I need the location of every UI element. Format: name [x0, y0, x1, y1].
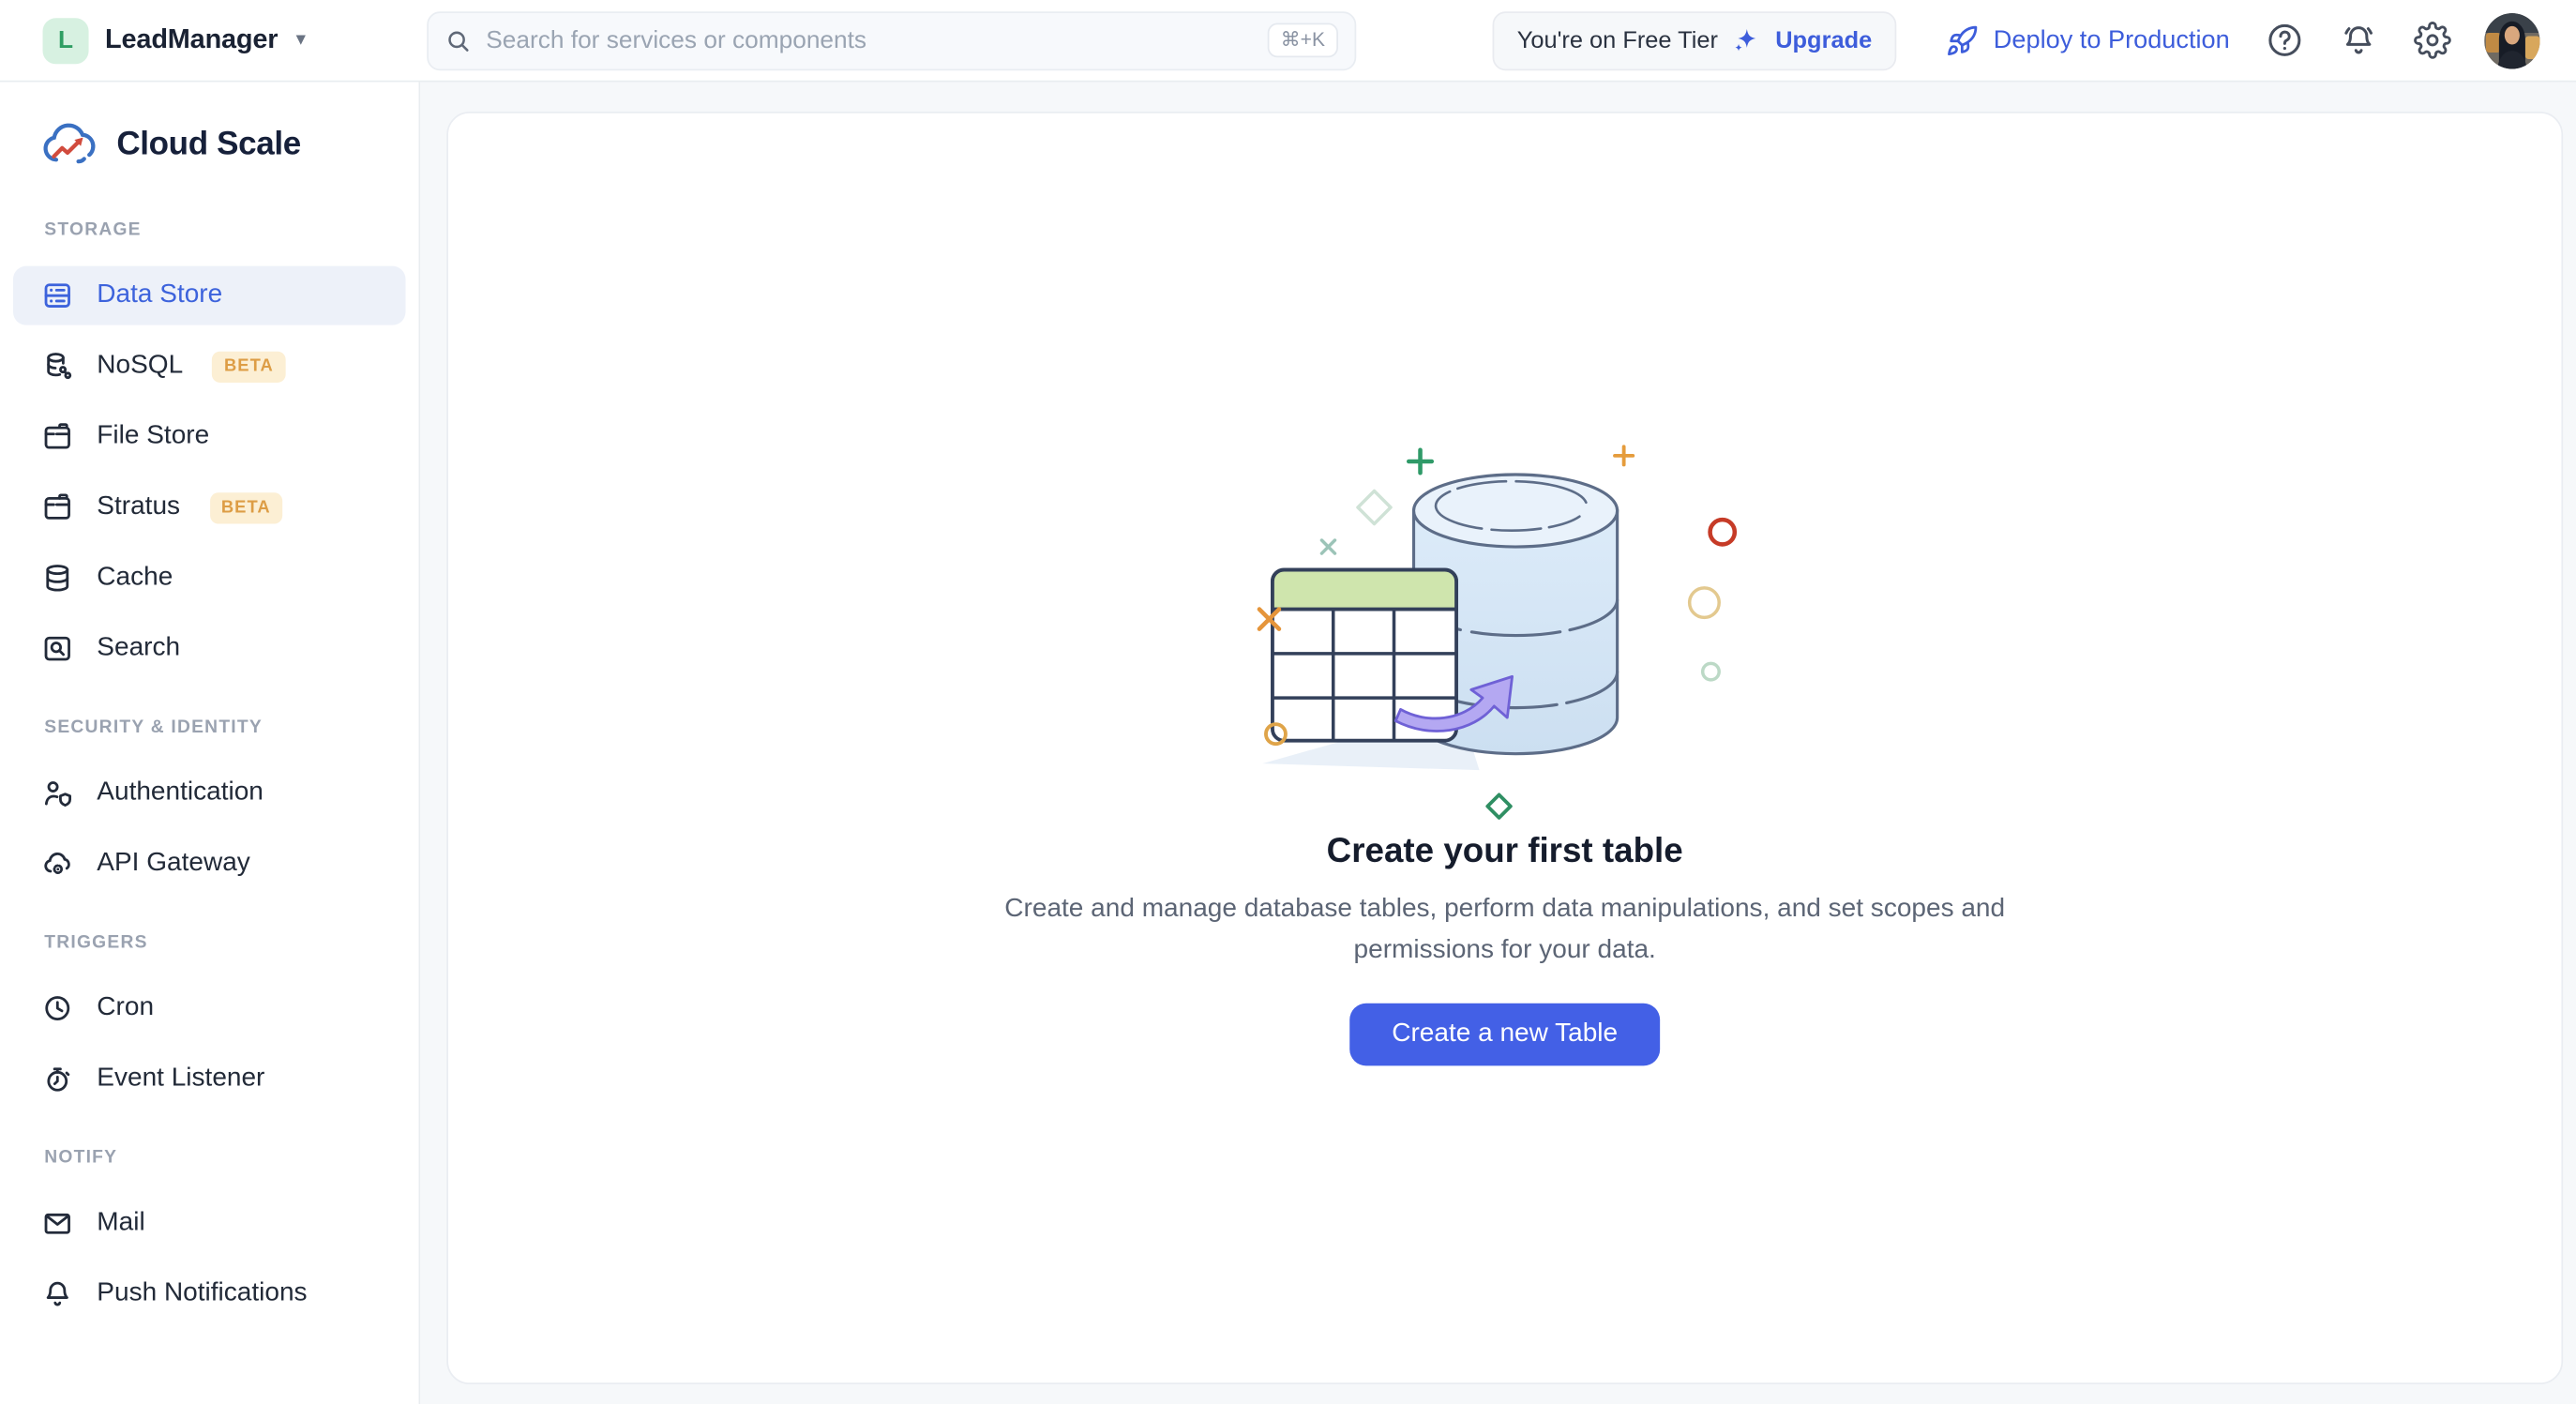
sidebar-item-label: Cron	[97, 993, 155, 1022]
global-search[interactable]: ⌘+K	[427, 10, 1357, 70]
settings-button[interactable]	[2412, 21, 2451, 60]
push-notifications-icon	[46, 1281, 68, 1306]
sidebar-item-label: Event Listener	[97, 1064, 265, 1093]
free-tier-pill[interactable]: You're on Free Tier Upgrade	[1492, 10, 1897, 70]
search-input[interactable]	[486, 26, 1268, 54]
sidebar-item-label: Authentication	[97, 777, 264, 807]
file-store-icon	[44, 423, 70, 449]
search-shortcut-badge: ⌘+K	[1267, 23, 1338, 58]
notifications-button[interactable]	[2338, 21, 2377, 60]
sidebar-item-label: Stratus	[97, 492, 181, 521]
beta-badge: BETA	[209, 491, 282, 523]
sidebar-item-label: Mail	[97, 1208, 145, 1237]
sidebar-item-stratus[interactable]: Stratus BETA	[13, 478, 405, 537]
notifications-bell-icon	[2343, 26, 2373, 54]
deploy-label: Deploy to Production	[1993, 25, 2230, 53]
sidebar-item-label: Cache	[97, 563, 173, 592]
sidebar-item-nosql[interactable]: NoSQL BETA	[13, 337, 405, 396]
section-label-triggers: TRIGGERS	[44, 932, 148, 953]
project-name: LeadManager	[105, 24, 279, 54]
sparkle-icon	[1735, 28, 1756, 52]
mail-icon	[44, 1213, 70, 1234]
sidebar-item-file-store[interactable]: File Store	[13, 407, 405, 466]
main-content: Create your first table Create and manag…	[420, 82, 2576, 1404]
settings-gear-icon	[2413, 22, 2450, 59]
sidebar-item-label: API Gateway	[97, 849, 250, 877]
upgrade-button[interactable]: Upgrade	[1775, 27, 1872, 53]
rocket-icon	[1948, 24, 1978, 55]
section-label-notify: NOTIFY	[44, 1147, 118, 1168]
sidebar-item-data-store[interactable]: Data Store	[13, 265, 406, 325]
cloud-growth-logo	[43, 123, 96, 164]
event-listener-icon	[47, 1067, 70, 1092]
project-initial-badge: L	[42, 17, 89, 64]
cache-icon	[46, 565, 69, 592]
api-gateway-icon	[44, 853, 70, 875]
app-window: L LeadManager ▼ ⌘+K You're on Free Tier …	[0, 0, 2576, 1404]
section-label-storage: STORAGE	[44, 219, 142, 240]
help-button[interactable]	[2264, 21, 2303, 60]
empty-state-card: Create your first table Create and manag…	[446, 112, 2564, 1385]
data-store-icon	[44, 283, 70, 308]
nosql-icon	[47, 353, 72, 380]
sidebar-item-label: File Store	[97, 421, 210, 450]
avatar-image	[2484, 12, 2540, 68]
project-selector[interactable]: L LeadManager ▼	[0, 17, 420, 64]
chevron-down-icon: ▼	[293, 31, 309, 50]
brand-name: Cloud Scale	[116, 125, 301, 162]
sidebar-item-cron[interactable]: Cron	[13, 979, 405, 1038]
database-table-illustration	[1256, 445, 1737, 820]
sidebar-item-cache[interactable]: Cache	[13, 549, 405, 608]
beta-badge: BETA	[212, 350, 286, 383]
authentication-icon	[44, 781, 71, 808]
user-avatar[interactable]	[2484, 12, 2540, 68]
cron-clock-icon	[45, 996, 70, 1021]
sidebar-item-label: NoSQL	[97, 351, 184, 380]
sidebar-item-push-notifications[interactable]: Push Notifications	[13, 1264, 405, 1323]
empty-state-title: Create your first table	[1326, 832, 1683, 870]
section-label-security: SECURITY & IDENTITY	[44, 717, 263, 738]
sidebar-item-mail[interactable]: Mail	[13, 1194, 405, 1253]
empty-state-description: Create and manage database tables, perfo…	[1004, 895, 2006, 964]
sidebar-item-label: Push Notifications	[97, 1278, 308, 1307]
sidebar: Cloud Scale STORAGE Data Store NoSQL BET…	[0, 82, 421, 1404]
deploy-to-production-button[interactable]: Deploy to Production	[1946, 23, 2230, 56]
brand: Cloud Scale	[41, 120, 419, 170]
create-table-button[interactable]: Create a new Table	[1348, 1003, 1661, 1066]
sidebar-item-authentication[interactable]: Authentication	[13, 763, 405, 823]
tier-text: You're on Free Tier	[1516, 26, 1718, 53]
stratus-icon	[44, 493, 70, 520]
search-icon	[448, 30, 469, 51]
sidebar-item-event-listener[interactable]: Event Listener	[13, 1049, 405, 1109]
sidebar-item-label: Search	[97, 633, 181, 662]
topbar-actions: You're on Free Tier Upgrade Deploy to Pr…	[1492, 10, 2576, 70]
sidebar-item-api-gateway[interactable]: API Gateway	[13, 834, 405, 893]
help-icon	[2267, 23, 2300, 56]
sidebar-item-search[interactable]: Search	[13, 619, 405, 678]
search-box-icon	[44, 636, 70, 661]
sidebar-item-label: Data Store	[97, 280, 223, 309]
topbar: L LeadManager ▼ ⌘+K You're on Free Tier …	[0, 0, 2576, 83]
